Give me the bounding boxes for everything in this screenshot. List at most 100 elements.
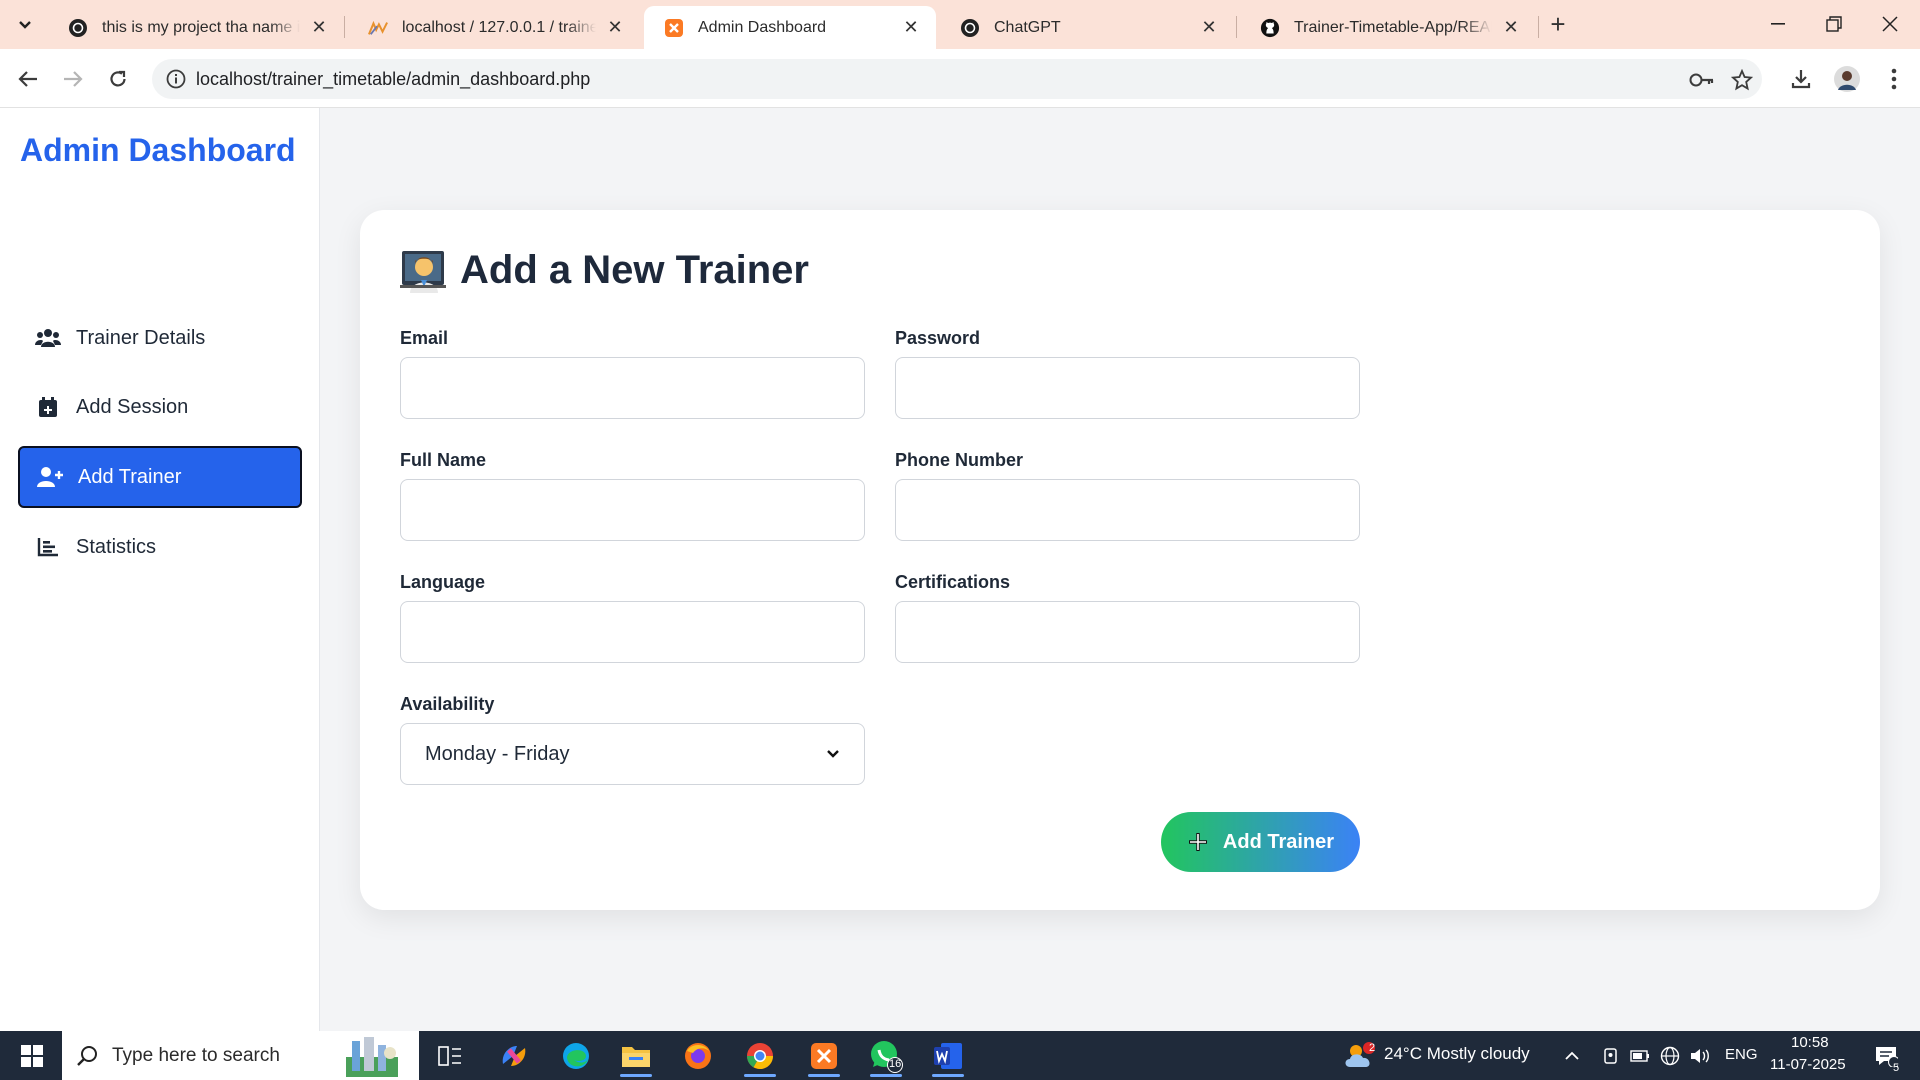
- certifications-label: Certifications: [895, 572, 1011, 592]
- email-field-group: Email: [400, 328, 865, 419]
- copilot-icon[interactable]: [490, 1037, 538, 1075]
- url-text[interactable]: localhost/trainer_timetable/admin_dashbo…: [196, 69, 590, 90]
- users-icon: [34, 326, 62, 350]
- certifications-field[interactable]: [895, 601, 1360, 663]
- sidebar-item-trainer-details[interactable]: Trainer Details: [18, 307, 302, 369]
- taskbar-search-box[interactable]: Type here to search: [62, 1031, 419, 1080]
- main-content: Add a New Trainer Email Password Full Na…: [320, 108, 1920, 1031]
- tab-title: ChatGPT: [994, 18, 1061, 36]
- sidebar-item-statistics[interactable]: Statistics: [18, 516, 302, 578]
- language-field-group: Language: [400, 572, 865, 663]
- network-globe-icon[interactable]: [1655, 1037, 1685, 1075]
- tab-github-readme[interactable]: Trainer-Timetable-App/READM ✕: [1240, 6, 1536, 49]
- word-icon[interactable]: [924, 1037, 972, 1077]
- sidebar-item-label: Add Trainer: [78, 465, 182, 488]
- full-name-label: Full Name: [400, 450, 487, 470]
- search-icon: [77, 1045, 97, 1066]
- chrome-icon[interactable]: [736, 1037, 784, 1077]
- clock-time[interactable]: 10:58: [1791, 1034, 1829, 1051]
- calendar-plus-icon: [34, 395, 62, 419]
- bookmark-star-icon[interactable]: [1728, 69, 1756, 91]
- phone-label: Phone Number: [895, 450, 1024, 470]
- forward-icon[interactable]: [58, 64, 88, 94]
- sidebar-brand: Admin Dashboard: [20, 132, 296, 168]
- password-key-icon[interactable]: [1688, 69, 1716, 91]
- close-tab-icon[interactable]: ✕: [900, 17, 922, 39]
- whatsapp-icon[interactable]: 16: [862, 1037, 910, 1077]
- teacher-emoji-icon: [400, 250, 446, 293]
- password-label: Password: [895, 328, 981, 348]
- password-field[interactable]: [895, 357, 1360, 419]
- xampp-icon: [664, 18, 684, 38]
- file-explorer-icon[interactable]: [612, 1037, 660, 1077]
- weather-cloud-icon[interactable]: 2: [1336, 1037, 1384, 1075]
- volume-icon[interactable]: [1685, 1037, 1715, 1075]
- phone-field[interactable]: [895, 479, 1360, 541]
- address-bar[interactable]: localhost/trainer_timetable/admin_dashbo…: [152, 59, 1762, 99]
- edge-icon[interactable]: [552, 1037, 600, 1075]
- email-label: Email: [400, 328, 449, 348]
- tab-title: Trainer-Timetable-App/READM: [1294, 18, 1492, 36]
- restore-icon[interactable]: [1810, 8, 1858, 40]
- availability-selected-value: Monday - Friday: [425, 742, 570, 765]
- close-tab-icon[interactable]: ✕: [308, 17, 330, 39]
- tab-phpmyadmin[interactable]: localhost / 127.0.0.1 / trainer | p ✕: [348, 6, 640, 49]
- email-field[interactable]: [400, 357, 865, 419]
- close-window-icon[interactable]: [1866, 8, 1914, 40]
- browser-toolbar: localhost/trainer_timetable/admin_dashbo…: [0, 49, 1920, 108]
- tab-project-chat[interactable]: this is my project tha name is Tr ✕: [48, 6, 344, 49]
- close-tab-icon[interactable]: ✕: [1500, 17, 1522, 39]
- windows-start-icon[interactable]: [8, 1037, 56, 1075]
- download-icon[interactable]: [1785, 63, 1817, 95]
- search-placeholder: Type here to search: [112, 1044, 280, 1066]
- github-icon: [1260, 18, 1280, 38]
- reload-icon[interactable]: [103, 64, 133, 94]
- profile-avatar[interactable]: [1831, 63, 1863, 95]
- tab-chatgpt[interactable]: ChatGPT ✕: [940, 6, 1234, 49]
- add-trainer-button[interactable]: Add Trainer: [1161, 812, 1360, 872]
- notifications-badge: 5: [1893, 1062, 1900, 1074]
- form-heading: Add a New Trainer: [400, 248, 809, 293]
- user-plus-icon: [36, 465, 64, 489]
- close-tab-icon[interactable]: ✕: [604, 17, 626, 39]
- password-field-group: Password: [895, 328, 1360, 419]
- tab-search-dropdown-icon[interactable]: [10, 12, 40, 38]
- meet-now-icon[interactable]: [1597, 1037, 1627, 1075]
- windows-taskbar: Type here to search 16 2 24°C Mostly clo…: [0, 1031, 1920, 1080]
- notifications-icon[interactable]: 5: [1862, 1037, 1910, 1075]
- back-icon[interactable]: [13, 64, 43, 94]
- tab-admin-dashboard[interactable]: Admin Dashboard ✕: [644, 6, 936, 49]
- tab-separator: [1538, 16, 1539, 38]
- availability-field-group: Availability Monday - Friday: [400, 694, 865, 785]
- xampp-taskbar-icon[interactable]: [800, 1037, 848, 1077]
- weather-badge: 2: [1369, 1042, 1376, 1054]
- chatgpt-icon: [68, 18, 88, 38]
- weather-text[interactable]: 24°C Mostly cloudy: [1384, 1044, 1530, 1064]
- sidebar-item-label: Statistics: [76, 535, 157, 558]
- close-tab-icon[interactable]: ✕: [1198, 17, 1220, 39]
- phone-field-group: Phone Number: [895, 450, 1360, 541]
- show-hidden-icons-chevron-icon[interactable]: [1557, 1037, 1587, 1075]
- sidebar-item-add-session[interactable]: Add Session: [18, 376, 302, 438]
- new-tab-button[interactable]: +: [1544, 11, 1572, 38]
- certifications-field-group: Certifications: [895, 572, 1360, 663]
- battery-icon[interactable]: [1625, 1037, 1655, 1075]
- site-info-icon[interactable]: [166, 69, 186, 89]
- clock-date[interactable]: 11-07-2025: [1770, 1056, 1846, 1073]
- chevron-down-icon: [827, 750, 839, 758]
- firefox-icon[interactable]: [674, 1037, 722, 1075]
- sidebar-item-label: Trainer Details: [76, 326, 206, 349]
- language-label: Language: [400, 572, 486, 592]
- full-name-field[interactable]: [400, 479, 865, 541]
- minimize-icon[interactable]: [1754, 8, 1802, 40]
- more-menu-icon[interactable]: [1878, 63, 1910, 95]
- add-trainer-card: Add a New Trainer Email Password Full Na…: [360, 210, 1880, 910]
- bar-chart-icon: [34, 535, 62, 559]
- language-field[interactable]: [400, 601, 865, 663]
- chatgpt-icon: [960, 18, 980, 38]
- availability-select[interactable]: Monday - Friday: [400, 723, 865, 785]
- task-view-icon[interactable]: [426, 1037, 474, 1075]
- sidebar-item-add-trainer[interactable]: Add Trainer: [18, 446, 302, 508]
- tab-strip: this is my project tha name is Tr ✕ loca…: [0, 0, 1920, 49]
- input-language-indicator[interactable]: ENG: [1725, 1046, 1758, 1063]
